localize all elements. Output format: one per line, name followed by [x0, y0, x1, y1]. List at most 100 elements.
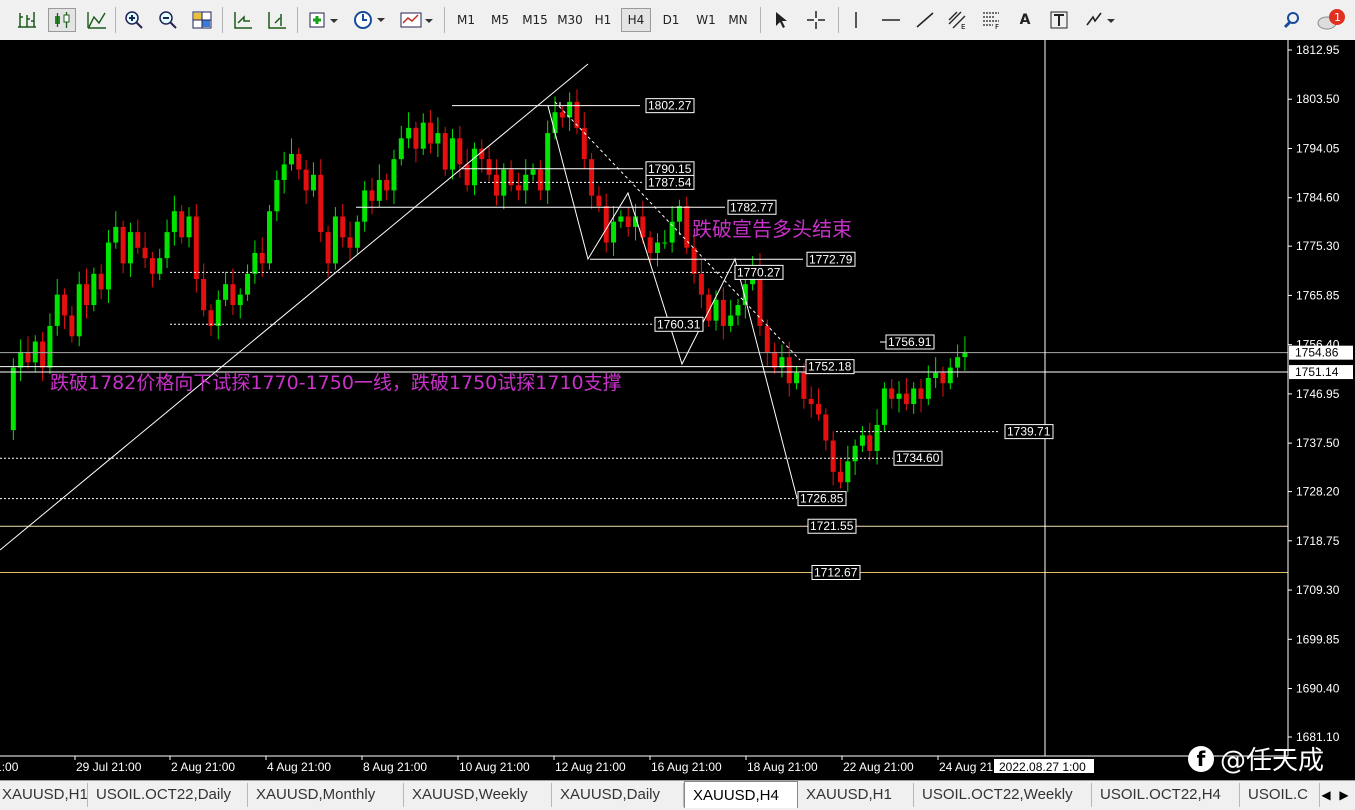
candle-body — [406, 127, 412, 139]
time-tick-label: 4 Aug 21:00 — [267, 760, 331, 774]
timeframe-mn[interactable]: MN — [724, 8, 752, 32]
candle-body — [471, 148, 477, 186]
candle-body — [223, 284, 229, 300]
search-icon[interactable] — [1280, 8, 1304, 32]
candle-body — [786, 357, 792, 384]
candle-body — [208, 310, 214, 326]
zoom-out-icon[interactable] — [155, 8, 181, 32]
candle-body — [918, 388, 924, 399]
candle-body — [274, 180, 280, 212]
text-icon[interactable]: A — [1013, 8, 1037, 32]
timeframe-w1[interactable]: W1 — [692, 8, 720, 32]
price-tick-label: 1775.30 — [1296, 239, 1340, 253]
tab-scroll-right-icon[interactable]: ▶ — [1336, 785, 1352, 805]
tab-scroll-left-icon[interactable]: ◀ — [1318, 785, 1334, 805]
candle-body — [186, 216, 192, 238]
text-label-icon[interactable] — [1046, 8, 1072, 32]
tab-usoil-h4[interactable]: USOIL.OCT22,H4 — [1092, 783, 1240, 807]
candle-body — [32, 341, 38, 363]
horizontal-line-icon[interactable] — [878, 8, 904, 32]
new-order-icon[interactable] — [305, 8, 341, 32]
candle-body — [384, 180, 390, 191]
candle-body — [340, 216, 346, 238]
candle-body — [611, 221, 617, 243]
vertical-line-icon[interactable] — [845, 8, 867, 32]
candle-body — [259, 252, 265, 264]
candle-body — [647, 237, 653, 253]
level-label: 1790.15 — [648, 162, 692, 176]
tab-usoil-daily[interactable]: USOIL.OCT22,Daily — [88, 783, 248, 807]
price-tick-label: 1718.75 — [1296, 534, 1340, 548]
cursor-icon[interactable] — [768, 8, 794, 32]
level-label: 1760.31 — [657, 317, 701, 331]
timeframe-d1[interactable]: D1 — [657, 8, 685, 32]
price-tick-label: 1765.85 — [1296, 288, 1340, 302]
trendline-icon[interactable] — [912, 8, 938, 32]
tab-xauusd-daily[interactable]: XAUUSD,Daily — [552, 783, 684, 807]
zoom-in-icon[interactable] — [121, 8, 147, 32]
candle-body — [823, 414, 829, 441]
candle-body — [267, 211, 273, 264]
timeframe-h4[interactable]: H4 — [621, 8, 651, 32]
candle-body — [874, 424, 880, 451]
time-tick-label: 12 Aug 21:00 — [555, 760, 626, 774]
price-chart[interactable]: 1802.27 1790.151787.54 1782.77 1772.79 1770.… — [0, 40, 1355, 780]
time-tick-label: 8 Aug 21:00 — [363, 760, 427, 774]
candle-body — [720, 299, 726, 326]
candle-body — [662, 242, 668, 244]
candle-body — [142, 247, 148, 259]
timeframe-m1[interactable]: M1 — [452, 8, 480, 32]
crosshair-time-label: 2022.08.27 1:00 — [999, 760, 1086, 774]
candle-body — [735, 305, 741, 316]
timeframe-m30[interactable]: M30 — [553, 8, 587, 32]
fibonacci-icon[interactable]: F — [978, 8, 1006, 32]
timeframe-m15[interactable]: M15 — [518, 8, 552, 32]
candle-body — [896, 393, 902, 399]
line-chart-icon[interactable] — [84, 8, 110, 32]
candle-body — [808, 398, 814, 405]
candle-body — [867, 435, 873, 451]
crosshair-icon[interactable] — [802, 8, 830, 32]
time-tick-label: 10 Aug 21:00 — [459, 760, 530, 774]
candle-body — [252, 252, 258, 274]
candle-body — [691, 247, 697, 274]
arrows-icon[interactable] — [1082, 8, 1118, 32]
candle-body — [486, 159, 492, 175]
candle-body — [18, 351, 24, 368]
chart-shift-icon[interactable] — [264, 8, 290, 32]
tile-windows-icon[interactable] — [189, 8, 215, 32]
tab-xauusd-h1[interactable]: XAUUSD,H1 — [0, 783, 88, 807]
candle-body — [398, 138, 404, 160]
candle-body — [310, 174, 316, 191]
level-label: 1739.71 — [1007, 425, 1051, 439]
tab-xauusd-h1-2[interactable]: XAUUSD,H1 — [798, 783, 914, 807]
candle-body — [537, 169, 543, 191]
candle-body — [76, 284, 82, 337]
tab-xauusd-h4[interactable]: XAUUSD,H4 — [684, 781, 798, 808]
tab-usoil-c[interactable]: USOIL.C — [1240, 783, 1320, 807]
periods-icon[interactable] — [350, 8, 388, 32]
equidistant-channel-icon[interactable]: E — [944, 8, 972, 32]
bar-chart-icon[interactable] — [14, 8, 40, 32]
tab-xauusd-monthly[interactable]: XAUUSD,Monthly — [248, 783, 404, 807]
templates-icon[interactable] — [396, 8, 436, 32]
autoscroll-icon[interactable] — [230, 8, 256, 32]
tab-xauusd-weekly[interactable]: XAUUSD,Weekly — [404, 783, 552, 807]
candle-body — [62, 294, 68, 316]
candle-body — [318, 174, 324, 233]
tab-usoil-weekly[interactable]: USOIL.OCT22,Weekly — [914, 783, 1092, 807]
price-tick-label: 1803.50 — [1296, 92, 1340, 106]
time-tick-label: 2 Aug 21:00 — [171, 760, 235, 774]
timeframe-h1[interactable]: H1 — [589, 8, 617, 32]
candle-body — [325, 232, 331, 264]
candlestick-icon[interactable] — [48, 8, 76, 32]
candle-body — [347, 237, 353, 248]
candle-body — [603, 206, 609, 243]
price-tick-label: 1690.40 — [1296, 682, 1340, 696]
timeframe-m5[interactable]: M5 — [486, 8, 514, 32]
toolbar: M1 M5 M15 M30 H1 H4 D1 W1 MN E F A 1 — [0, 0, 1355, 41]
candle-body — [25, 351, 31, 363]
notification-icon[interactable]: 1 — [1314, 8, 1348, 32]
candle-body — [420, 122, 426, 149]
level-label: 1770.27 — [737, 265, 781, 279]
